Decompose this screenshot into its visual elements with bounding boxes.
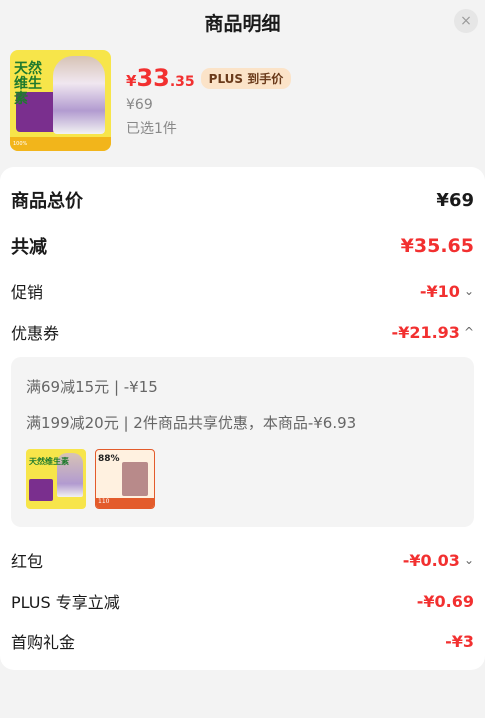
model-image: [53, 56, 105, 134]
promo-value: -¥10: [419, 281, 460, 301]
first-purchase-row: 首购礼金 -¥3: [11, 629, 474, 653]
total-value: ¥69: [436, 189, 474, 211]
hongbao-label: 红包: [11, 552, 44, 571]
price-decimal: .35: [169, 74, 195, 90]
close-button[interactable]: ×: [454, 9, 478, 33]
coupon-product-thumb-1[interactable]: 天然维生素: [26, 449, 86, 509]
discount-value: ¥35.65: [400, 235, 474, 257]
discount-label: 共减: [11, 237, 47, 258]
product-info: ¥ 33 .35 PLUS 到手价 ¥69 已选1件: [111, 50, 292, 155]
product-thumbnail[interactable]: 天然维生素 100%: [10, 50, 111, 151]
mini-thumb-text-2: 88%: [98, 454, 120, 464]
promo-label: 促销: [11, 283, 44, 302]
mini-thumb-strip-2: 110: [96, 498, 154, 508]
header: 商品明细 ×: [0, 0, 485, 44]
plus-discount-value: -¥0.69: [416, 591, 474, 611]
coupon-value: -¥21.93: [391, 322, 460, 342]
original-price: ¥69: [126, 97, 153, 113]
page-title: 商品明细: [204, 12, 281, 35]
total-row: 商品总价 ¥69: [11, 187, 474, 213]
selected-count: 已选1件: [126, 121, 177, 137]
first-purchase-label: 首购礼金: [11, 633, 76, 652]
coupon-value-wrap: -¥21.93 ^: [392, 323, 474, 342]
promo-value-wrap: -¥10 ⌄: [420, 282, 474, 301]
coupon-product-thumb-2[interactable]: 88% 110: [95, 449, 155, 509]
coupon-line-2: 满199减20元 | 2件商品共享优惠，本商品-¥6.93: [26, 414, 357, 432]
discount-row: 共减 ¥35.65: [11, 233, 474, 259]
close-icon: ×: [460, 13, 472, 29]
chevron-down-icon[interactable]: ⌄: [464, 553, 474, 567]
mini-thumb-text-1: 天然维生素: [29, 457, 69, 466]
hongbao-row[interactable]: 红包 -¥0.03 ⌄: [11, 548, 474, 572]
total-label: 商品总价: [11, 191, 83, 212]
plus-discount-label: PLUS 专享立减: [11, 593, 120, 612]
coupon-label: 优惠券: [11, 324, 60, 343]
price-row: ¥ 33 .35 PLUS 到手价: [126, 64, 292, 92]
chevron-up-icon[interactable]: ^: [464, 325, 474, 339]
plus-price-tag: PLUS 到手价: [200, 68, 292, 89]
plus-discount-row: PLUS 专享立减 -¥0.69: [11, 589, 474, 613]
coupon-line-1: 满69减15元 | -¥15: [26, 378, 158, 396]
price-currency: ¥: [126, 72, 137, 90]
hongbao-value-wrap: -¥0.03 ⌄: [403, 551, 474, 570]
price-integer: 33: [136, 64, 170, 92]
price-detail-panel: 商品总价 ¥69 共减 ¥35.65 促销 -¥10 ⌄ 优惠券 -¥21.93…: [0, 167, 485, 670]
coupon-row[interactable]: 优惠券 -¥21.93 ^: [11, 320, 474, 344]
promo-row[interactable]: 促销 -¥10 ⌄: [11, 279, 474, 303]
mini-product-image: [122, 462, 148, 496]
coupon-detail-box: 满69减15元 | -¥15 满199减20元 | 2件商品共享优惠，本商品-¥…: [11, 357, 474, 527]
thumbnail-strip: 100%: [10, 137, 111, 151]
mini-bottle-image: [29, 479, 53, 501]
product-card: 天然维生素 100% ¥ 33 .35 PLUS 到手价 ¥69 已选1件: [10, 50, 470, 155]
chevron-down-icon[interactable]: ⌄: [464, 284, 474, 298]
hongbao-value: -¥0.03: [402, 550, 460, 570]
thumbnail-text: 天然维生素: [14, 61, 42, 107]
first-purchase-value: -¥3: [445, 631, 474, 651]
